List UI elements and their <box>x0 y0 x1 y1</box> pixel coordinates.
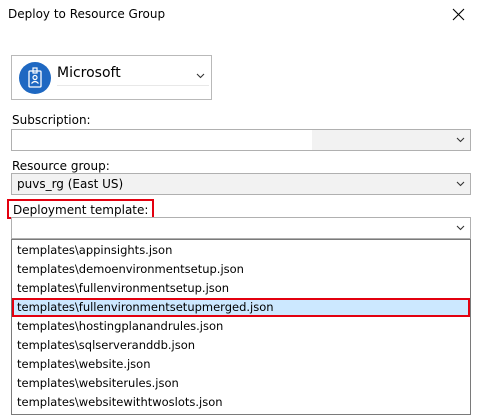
resource-group-label: Resource group: <box>12 159 110 173</box>
dropdown-option[interactable]: templates\websitewithtwoslots.json <box>12 393 470 412</box>
dropdown-option[interactable]: templates\appinsights.json <box>12 241 470 260</box>
deployment-template-dropdown: templates\appinsights.json templates\dem… <box>11 239 471 415</box>
subscription-value-redacted <box>12 130 312 150</box>
account-avatar <box>19 62 51 94</box>
resource-group-value: puvs_rg (East US) <box>17 177 124 191</box>
dropdown-option[interactable]: templates\website.json <box>12 355 470 374</box>
resource-group-select[interactable]: puvs_rg (East US) <box>11 173 471 195</box>
close-icon <box>452 8 465 21</box>
subscription-select[interactable] <box>11 129 471 151</box>
window-title: Deploy to Resource Group <box>8 7 166 21</box>
account-name: Microsoft <box>57 65 121 81</box>
dropdown-option[interactable]: templates\websiterules.json <box>12 374 470 393</box>
chevron-down-icon <box>456 137 465 143</box>
dropdown-option[interactable]: templates\sqlserveranddb.json <box>12 336 470 355</box>
chevron-down-icon <box>456 225 465 231</box>
subscription-label: Subscription: <box>12 113 91 127</box>
chevron-down-icon <box>196 73 205 79</box>
close-button[interactable] <box>436 0 482 30</box>
account-email-redacted <box>57 85 209 93</box>
account-selector[interactable]: Microsoft <box>11 55 212 100</box>
deployment-template-label: Deployment template: <box>7 199 155 219</box>
dropdown-option[interactable]: templates\fullenvironmentsetup.json <box>12 279 470 298</box>
deployment-template-select[interactable] <box>11 217 471 239</box>
title-bar: Deploy to Resource Group <box>0 0 482 30</box>
dropdown-option-highlighted[interactable]: templates\fullenvironmentsetupmerged.jso… <box>12 298 470 317</box>
dropdown-option[interactable]: templates\demoenvironmentsetup.json <box>12 260 470 279</box>
chevron-down-icon <box>456 181 465 187</box>
dropdown-option[interactable]: templates\hostingplanandrules.json <box>12 317 470 336</box>
badge-icon <box>28 67 42 88</box>
deploy-dialog: Deploy to Resource Group Microsoft Subsc… <box>0 0 482 417</box>
